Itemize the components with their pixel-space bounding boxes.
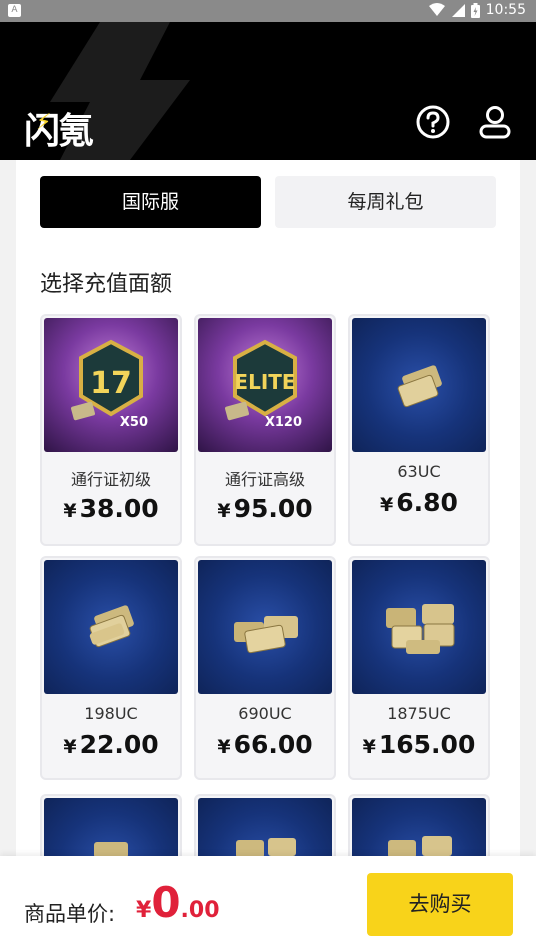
product-price: ¥6.80 [350,488,488,517]
currency-symbol: ¥ [380,494,394,516]
currency-symbol: ¥ [63,736,77,758]
price-value: 6.80 [396,488,458,517]
product-price: ¥95.00 [196,494,334,523]
quantity-badge: X50 [119,415,148,430]
price-value: 66.00 [233,730,313,759]
product-name: 63UC [397,462,441,481]
uc-coin-icon [89,605,134,648]
app-logo: 闪氪 ⚡ [24,102,94,154]
currency-symbol: ¥ [136,898,152,923]
currency-symbol: ¥ [217,736,231,758]
tab-weekly-pack[interactable]: 每周礼包 [275,176,496,228]
section-title: 选择充值面额 [40,272,173,297]
quantity-badge: X120 [264,415,302,430]
clock: 10:55 [485,2,526,18]
currency-symbol: ¥ [362,736,376,758]
app-header: 闪氪 ⚡ [0,22,536,160]
user-icon[interactable] [478,105,512,139]
signal-icon [451,4,465,17]
logo-text: 闪氪 [24,111,94,152]
product-price: ¥22.00 [42,730,180,759]
uc-coin-icon [386,604,455,654]
help-circle-icon[interactable] [416,105,450,139]
total-integer: 0 [151,878,181,927]
product-name: 198UC [84,704,138,723]
price-value: 38.00 [79,494,159,523]
product-card[interactable]: 690UC ¥66.00 [194,556,336,780]
unit-price-label: 商品单价: [24,902,116,926]
content-panel: 国际服 每周礼包 选择充值面额 17 X50 通行证初级 ¥38.00 ELIT… [16,160,520,874]
product-card[interactable]: 1875UC ¥165.00 [348,556,490,780]
product-card[interactable]: 63UC ¥6.80 [348,314,490,546]
product-image [198,560,332,694]
emblem-text: ELITE [234,370,295,394]
price-value: 22.00 [79,730,159,759]
checkout-bar: 商品单价: ¥0.00 去购买 [0,856,536,952]
product-price: ¥66.00 [196,730,334,759]
product-image: ELITE X120 [198,318,332,452]
product-card[interactable]: ELITE X120 通行证高级 ¥95.00 [194,314,336,546]
battery-icon [470,2,480,18]
app-indicator-icon: A [8,4,21,17]
logo-flash-icon: ⚡ [36,110,52,135]
pass-emblem-icon: ELITE [225,339,297,421]
status-bar: A 10:55 [0,0,536,22]
price-value: 95.00 [233,494,313,523]
product-price: ¥165.00 [350,730,488,759]
currency-symbol: ¥ [63,500,77,522]
total-decimal: .00 [180,898,220,923]
product-name: 通行证初级 [70,470,151,489]
product-name: 690UC [238,704,292,723]
product-image [44,560,178,694]
currency-symbol: ¥ [217,500,231,522]
product-price: ¥38.00 [42,494,180,523]
unit-price-value: ¥0.00 [136,878,220,927]
product-image [352,318,486,452]
buy-button[interactable]: 去购买 [367,873,513,936]
product-card[interactable]: 17 X50 通行证初级 ¥38.00 [40,314,182,546]
product-card[interactable]: 198UC ¥22.00 [40,556,182,780]
product-name: 通行证高级 [224,470,305,489]
price-value: 165.00 [378,730,476,759]
product-image: 17 X50 [44,318,178,452]
product-name: 1875UC [387,704,451,723]
product-image [352,560,486,694]
wifi-icon [428,3,445,16]
uc-coin-icon [234,616,298,654]
uc-coin-icon [397,365,442,408]
tab-international[interactable]: 国际服 [40,176,261,228]
emblem-text: 17 [90,366,132,401]
pass-emblem-icon: 17 [71,339,143,421]
